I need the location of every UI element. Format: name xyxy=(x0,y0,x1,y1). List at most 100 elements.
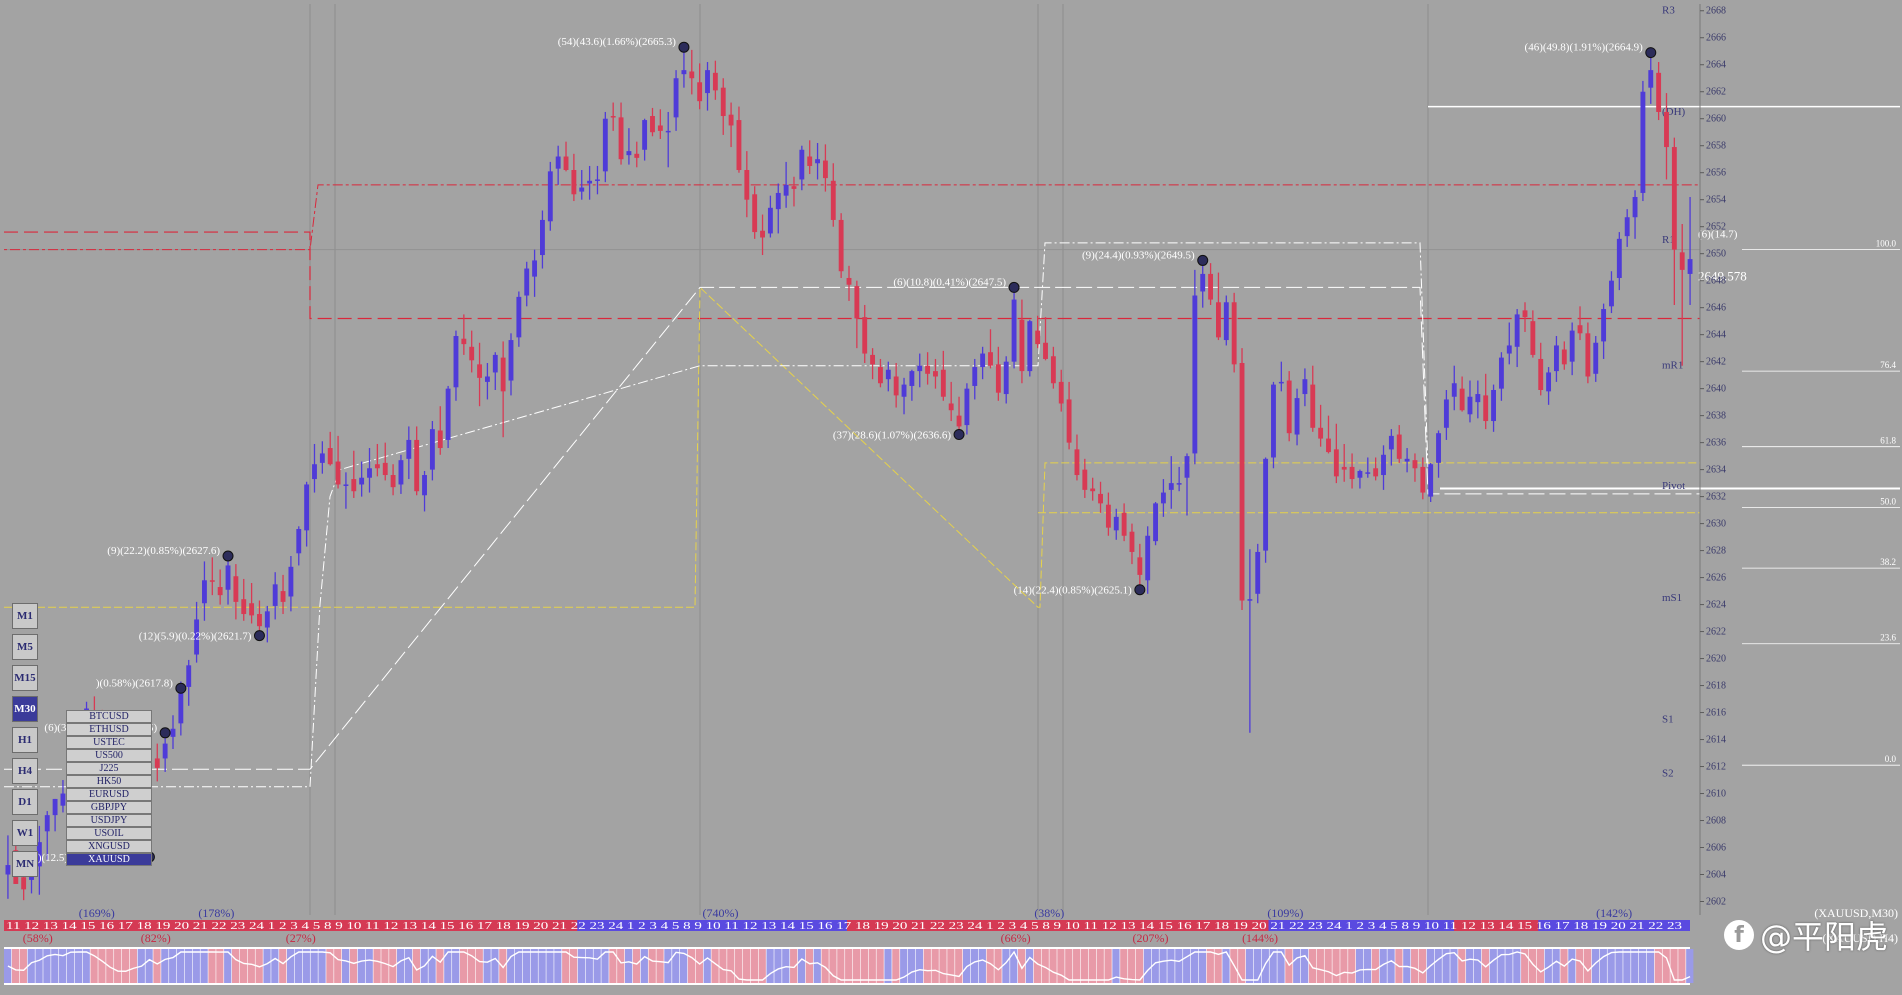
oscillator-bar xyxy=(915,949,924,983)
candle-body xyxy=(972,367,978,386)
symbol-button-xngusd[interactable]: XNGUSD xyxy=(66,840,152,853)
candle-body xyxy=(767,207,773,234)
candle-body xyxy=(1530,321,1536,355)
session-percent-label: (82%) xyxy=(141,931,171,945)
candle-body xyxy=(1616,238,1622,278)
oscillator-bar xyxy=(1010,949,1018,983)
candle-body xyxy=(1640,91,1646,193)
price-chart[interactable]: 100.076.461.850.038.223.60.0R3(DH)R1mR1P… xyxy=(0,0,1902,990)
oscillator-bar xyxy=(1300,949,1309,983)
candle-body xyxy=(980,353,986,368)
oscillator-bar xyxy=(695,949,703,983)
candle-body xyxy=(484,376,490,382)
grid-lines xyxy=(4,4,1700,915)
candle-body xyxy=(1420,466,1426,493)
symbol-button-ethusd[interactable]: ETHUSD xyxy=(66,723,152,736)
candle-body xyxy=(988,352,993,366)
symbol-button-hk50[interactable]: HK50 xyxy=(66,775,152,788)
symbol-button-usoil[interactable]: USOIL xyxy=(66,827,152,840)
candle-body xyxy=(60,793,66,806)
oscillator-bar xyxy=(538,949,546,983)
swing-marker xyxy=(253,630,265,642)
symbol-button-gbpjpy[interactable]: GBPJPY xyxy=(66,801,152,814)
oscillator-bar xyxy=(703,949,711,983)
oscillator-bar xyxy=(302,949,310,983)
oscillator-bar xyxy=(813,949,821,983)
candle-body xyxy=(1050,356,1056,384)
price-tick-label: 2620 xyxy=(1706,654,1726,665)
price-tick-label: 2648 xyxy=(1706,276,1726,287)
oscillator-bar xyxy=(546,949,554,983)
oscillator-bar xyxy=(727,949,735,983)
oscillator-bar xyxy=(1269,949,1277,983)
timeframe-button-m15[interactable]: M15 xyxy=(12,665,38,691)
candle-body xyxy=(540,219,545,256)
oscillator-bar xyxy=(161,949,169,983)
oscillator-bar xyxy=(271,949,279,983)
oscillator-bar xyxy=(1387,949,1395,983)
candle-body xyxy=(1058,381,1064,404)
oscillator-bar xyxy=(192,949,200,983)
candle-body xyxy=(319,453,325,463)
symbol-button-btcusd[interactable]: BTCUSD xyxy=(66,710,152,723)
timeframe-button-m5[interactable]: M5 xyxy=(12,634,38,660)
timeframe-button-m1[interactable]: M1 xyxy=(12,603,38,629)
timeframe-button-h1[interactable]: H1 xyxy=(12,727,38,753)
oscillator-bar xyxy=(4,949,12,983)
symbol-button-j225[interactable]: J225 xyxy=(66,762,152,775)
price-tick-label: 2664 xyxy=(1706,60,1726,71)
watermark-text: @平阳虎 xyxy=(1759,918,1888,956)
timeframe-button-m30[interactable]: M30 xyxy=(12,696,38,722)
oscillator-bar xyxy=(1473,949,1482,983)
oscillator-bar xyxy=(876,949,884,983)
candle-body xyxy=(634,153,640,158)
candle-body xyxy=(398,460,404,485)
swing-marker xyxy=(1134,584,1146,596)
timeframe-button-w1[interactable]: W1 xyxy=(12,820,38,846)
oscillator-bar xyxy=(829,949,837,983)
timeframe-button-d1[interactable]: D1 xyxy=(12,789,38,815)
oscillator-bar xyxy=(153,949,161,983)
oscillator-bar xyxy=(1261,949,1269,983)
oscillator-bar xyxy=(106,949,114,983)
oscillator-bar xyxy=(82,949,90,983)
candle-body xyxy=(720,87,726,117)
symbol-button-us500[interactable]: US500 xyxy=(66,749,152,762)
candle-body xyxy=(838,219,844,272)
candle-body xyxy=(524,268,530,296)
candle-body xyxy=(1333,449,1339,477)
symbol-button-xauusd[interactable]: XAUUSD xyxy=(66,853,152,866)
candle-body xyxy=(1396,434,1402,459)
candle-body xyxy=(390,475,396,488)
candle-body xyxy=(657,125,663,131)
candle-body xyxy=(1554,345,1559,372)
symbol-button-usdjpy[interactable]: USDJPY xyxy=(66,814,152,827)
oscillator-bar xyxy=(1033,949,1041,983)
price-tick-label: 2612 xyxy=(1706,762,1726,773)
candle-body xyxy=(1326,438,1331,453)
candle-body xyxy=(610,116,616,118)
oscillator-bar xyxy=(1324,949,1332,983)
symbol-button-eurusd[interactable]: EURUSD xyxy=(66,788,152,801)
fib-level-label: 100.0 xyxy=(1876,239,1897,249)
oscillator-bar xyxy=(1552,949,1560,983)
candle-body xyxy=(1263,458,1269,551)
timeframe-button-h4[interactable]: H4 xyxy=(12,758,38,784)
symbol-button-ustec[interactable]: USTEC xyxy=(66,736,152,749)
candle-body xyxy=(1648,70,1654,88)
candle-body xyxy=(854,286,860,319)
candle-body xyxy=(280,591,286,602)
candle-body xyxy=(1137,557,1143,575)
oscillator-bar xyxy=(1183,949,1191,983)
candle-body xyxy=(1546,372,1552,392)
candle-body xyxy=(178,689,184,724)
fib-level-label: 76.4 xyxy=(1880,360,1896,370)
candle-body xyxy=(681,70,687,75)
oscillator-bar xyxy=(452,949,460,983)
timeframe-button-mn[interactable]: MN xyxy=(12,851,38,877)
oscillator-bar xyxy=(1568,949,1576,983)
candle-body xyxy=(862,317,868,354)
candle-body xyxy=(1341,466,1347,470)
candle-body xyxy=(1105,504,1111,528)
oscillator-bar xyxy=(939,949,947,983)
